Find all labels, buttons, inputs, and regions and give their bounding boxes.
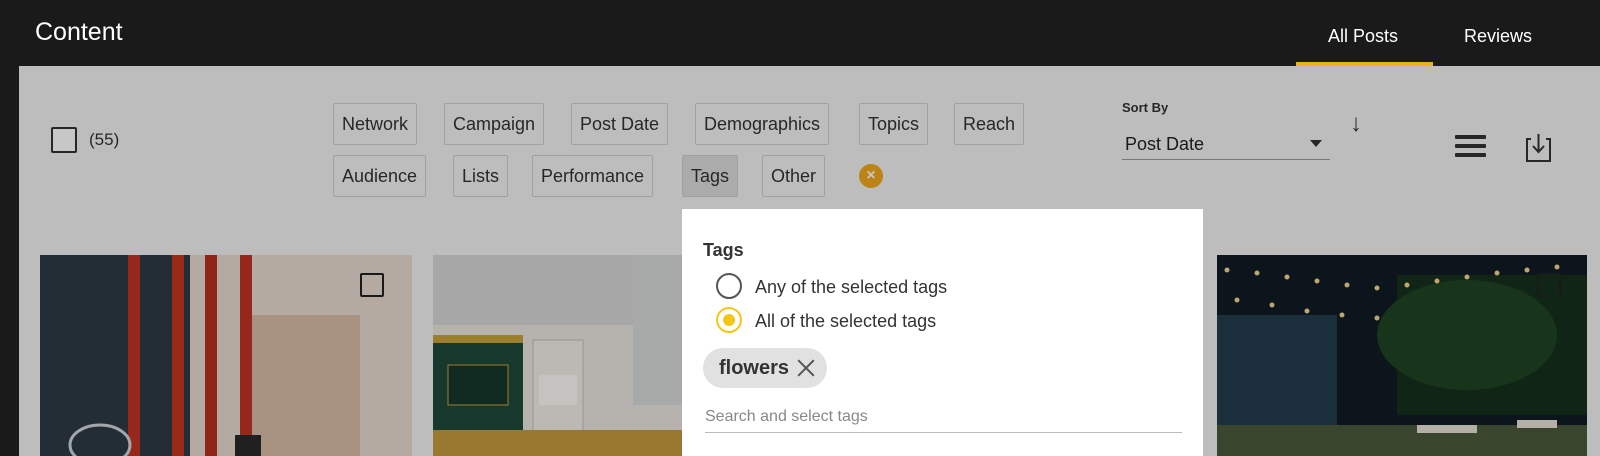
post-image xyxy=(433,255,683,456)
post-count: (55) xyxy=(89,130,120,149)
post-card[interactable] xyxy=(40,255,412,456)
filter-performance[interactable]: Performance xyxy=(532,155,654,197)
tag-search-input[interactable] xyxy=(705,401,1182,433)
filter-reach[interactable]: Reach xyxy=(954,103,1025,145)
filter-lists[interactable]: Lists xyxy=(453,155,509,197)
post-card[interactable] xyxy=(433,255,683,456)
post-image xyxy=(40,255,412,456)
post-card[interactable] xyxy=(1217,255,1587,456)
sort-value: Post Date xyxy=(1125,134,1205,154)
tags-filter-dropdown: Tags Any of the selected tags All of the… xyxy=(682,209,1203,456)
selected-tag-label: flowers xyxy=(719,356,790,379)
post-select-checkbox[interactable] xyxy=(1537,273,1561,297)
top-bar: Content All Posts Reviews xyxy=(0,0,1600,66)
post-select-checkbox[interactable] xyxy=(360,273,384,297)
filter-campaign[interactable]: Campaign xyxy=(444,103,545,145)
filter-other[interactable]: Other xyxy=(762,155,826,197)
sort-select[interactable]: Post Date xyxy=(1122,130,1330,160)
tab-reviews[interactable]: Reviews xyxy=(1464,26,1532,47)
radio-any-tags[interactable] xyxy=(716,273,742,299)
filter-network[interactable]: Network xyxy=(333,103,418,145)
filter-post-date[interactable]: Post Date xyxy=(571,103,669,145)
filter-tags[interactable]: Tags xyxy=(682,155,739,197)
close-circle-icon[interactable]: × xyxy=(859,164,883,188)
list-view-icon[interactable] xyxy=(1455,135,1486,161)
download-icon[interactable] xyxy=(1525,133,1552,163)
chevron-down-icon xyxy=(1310,140,1322,147)
selected-tag-chip: flowers xyxy=(703,348,828,388)
dropdown-title: Tags xyxy=(703,240,744,260)
radio-all-tags-label[interactable]: All of the selected tags xyxy=(755,311,936,332)
arrow-down-icon[interactable]: ↓ xyxy=(1350,110,1362,138)
select-all-checkbox[interactable] xyxy=(51,127,77,153)
tab-all-posts[interactable]: All Posts xyxy=(1328,26,1398,47)
post-image xyxy=(1217,255,1587,456)
filter-demographics[interactable]: Demographics xyxy=(695,103,830,145)
close-icon[interactable] xyxy=(797,359,815,377)
page-title: Content xyxy=(35,18,123,46)
radio-all-tags[interactable] xyxy=(716,307,742,333)
filter-audience[interactable]: Audience xyxy=(333,155,427,197)
radio-any-tags-label[interactable]: Any of the selected tags xyxy=(755,277,947,298)
sort-label: Sort By xyxy=(1122,100,1169,115)
filter-topics[interactable]: Topics xyxy=(859,103,929,145)
